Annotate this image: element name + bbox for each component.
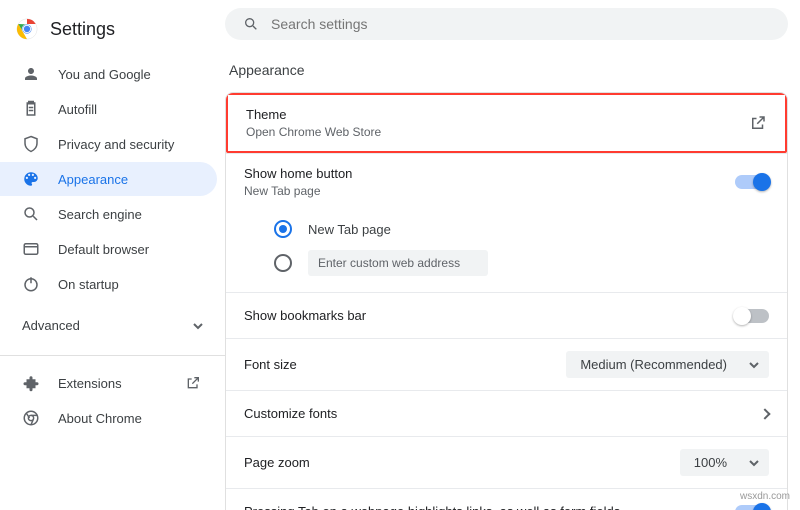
settings-title: Settings [50, 19, 115, 40]
sidebar-item-label: Privacy and security [58, 137, 174, 152]
bookmarks-row: Show bookmarks bar [226, 292, 787, 338]
home-button-row: Show home button New Tab page [226, 153, 787, 210]
sidebar-item-about[interactable]: About Chrome [0, 401, 217, 435]
bookmarks-toggle[interactable] [735, 309, 769, 323]
sidebar-item-label: Extensions [58, 376, 122, 391]
open-external-icon [185, 375, 201, 391]
theme-row[interactable]: Theme Open Chrome Web Store [226, 93, 787, 153]
home-toggle[interactable] [735, 175, 769, 189]
font-size-select[interactable]: Medium (Recommended) [566, 351, 769, 378]
search-icon [22, 205, 40, 223]
sidebar: Settings You and Google Autofill Privacy… [0, 0, 225, 510]
bookmarks-label: Show bookmarks bar [244, 308, 366, 323]
tab-highlight-label: Pressing Tab on a webpage highlights lin… [244, 504, 620, 510]
sidebar-item-autofill[interactable]: Autofill [0, 92, 217, 126]
tab-highlight-toggle[interactable] [735, 505, 769, 510]
sidebar-item-label: On startup [58, 277, 119, 292]
page-zoom-select[interactable]: 100% [680, 449, 769, 476]
palette-icon [22, 170, 40, 188]
page-zoom-row: Page zoom 100% [226, 436, 787, 488]
sidebar-item-privacy[interactable]: Privacy and security [0, 127, 217, 161]
sidebar-item-label: Autofill [58, 102, 97, 117]
sidebar-item-label: About Chrome [58, 411, 142, 426]
shield-icon [22, 135, 40, 153]
theme-label: Theme [246, 107, 381, 122]
main-content: Appearance Theme Open Chrome Web Store S… [225, 0, 800, 510]
chrome-logo-icon [16, 18, 38, 40]
divider [0, 355, 225, 356]
home-radio-group: New Tab page Enter custom web address [226, 210, 787, 292]
search-bar[interactable] [225, 8, 788, 40]
advanced-label: Advanced [22, 318, 80, 333]
clipboard-icon [22, 100, 40, 118]
radio-custom-address[interactable]: Enter custom web address [274, 244, 769, 282]
sidebar-item-label: Appearance [58, 172, 128, 187]
customize-fonts-label: Customize fonts [244, 406, 337, 421]
browser-icon [22, 240, 40, 258]
chevron-down-icon [749, 360, 759, 370]
home-label: Show home button [244, 166, 352, 181]
sidebar-item-you-and-google[interactable]: You and Google [0, 57, 217, 91]
search-input[interactable] [271, 16, 770, 32]
chevron-down-icon [749, 458, 759, 468]
font-size-label: Font size [244, 357, 297, 372]
font-size-row: Font size Medium (Recommended) [226, 338, 787, 390]
sidebar-item-extensions[interactable]: Extensions [0, 366, 217, 400]
radio-icon [274, 220, 292, 238]
search-icon [243, 16, 259, 32]
tab-highlight-row: Pressing Tab on a webpage highlights lin… [226, 488, 787, 510]
sidebar-item-on-startup[interactable]: On startup [0, 267, 217, 301]
sidebar-item-label: You and Google [58, 67, 151, 82]
section-title: Appearance [225, 58, 788, 92]
sidebar-item-label: Default browser [58, 242, 149, 257]
home-sub: New Tab page [244, 184, 352, 198]
sidebar-item-default-browser[interactable]: Default browser [0, 232, 217, 266]
person-icon [22, 65, 40, 83]
radio-icon [274, 254, 292, 272]
theme-sub: Open Chrome Web Store [246, 125, 381, 139]
page-zoom-value: 100% [694, 455, 727, 470]
advanced-toggle[interactable]: Advanced [0, 302, 225, 345]
appearance-card: Theme Open Chrome Web Store Show home bu… [225, 92, 788, 510]
customize-fonts-row[interactable]: Customize fonts [226, 390, 787, 436]
custom-address-input[interactable]: Enter custom web address [308, 250, 488, 276]
header: Settings [0, 8, 225, 56]
radio-new-tab[interactable]: New Tab page [274, 214, 769, 244]
power-icon [22, 275, 40, 293]
radio-label: New Tab page [308, 222, 391, 237]
chevron-right-icon [759, 408, 770, 419]
sidebar-item-appearance[interactable]: Appearance [0, 162, 217, 196]
sidebar-item-label: Search engine [58, 207, 142, 222]
chrome-outline-icon [22, 409, 40, 427]
open-external-icon [749, 114, 767, 132]
page-zoom-label: Page zoom [244, 455, 310, 470]
chevron-down-icon [193, 321, 203, 331]
watermark: wsxdn.com [740, 491, 790, 502]
extension-icon [22, 374, 40, 392]
sidebar-item-search-engine[interactable]: Search engine [0, 197, 217, 231]
font-size-value: Medium (Recommended) [580, 357, 727, 372]
